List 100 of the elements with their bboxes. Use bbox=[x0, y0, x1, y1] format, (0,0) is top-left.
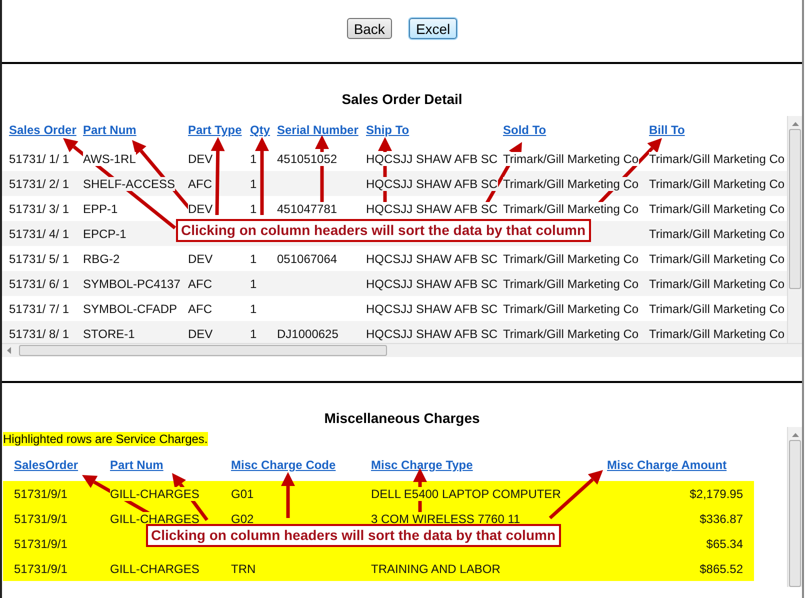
table-cell: HQCSJJ SHAW AFB SC bbox=[366, 252, 498, 266]
column-header-link[interactable]: SalesOrder bbox=[14, 458, 78, 472]
table-cell: GILL-CHARGES bbox=[110, 562, 200, 576]
table-cell: 451051052 bbox=[277, 152, 338, 166]
column-header-link[interactable]: Part Type bbox=[188, 123, 242, 137]
table-cell: 1 bbox=[250, 176, 257, 190]
column-header-link[interactable]: Serial Number bbox=[277, 123, 358, 137]
table-cell: 51731/9/1 bbox=[14, 562, 68, 576]
table-cell: GILL-CHARGES bbox=[110, 486, 200, 500]
table-cell: HQCSJJ SHAW AFB SC bbox=[366, 302, 498, 316]
table-cell: GILL-CHARGES bbox=[110, 512, 200, 526]
table-cell: 1 bbox=[250, 202, 257, 216]
table-cell: AFC bbox=[188, 276, 212, 290]
vertical-scrollbar[interactable] bbox=[787, 116, 802, 343]
table-cell: AFC bbox=[188, 176, 212, 190]
table-cell: 51731/ 2/ 1 bbox=[9, 176, 70, 190]
vertical-scrollbar[interactable] bbox=[787, 427, 802, 587]
scroll-up-icon[interactable] bbox=[792, 433, 798, 437]
table-cell: Trimark/Gill Marketing Co bbox=[649, 302, 785, 316]
table-cell: 451047781 bbox=[277, 202, 338, 216]
table-cell: Trimark/Gill Marketing Co bbox=[503, 302, 639, 316]
table-cell: Trimark/Gill Marketing Co bbox=[503, 276, 639, 290]
table-cell: HQCSJJ SHAW AFB SC bbox=[366, 326, 498, 340]
toolbar-button[interactable]: Excel bbox=[408, 18, 458, 39]
table-cell: 51731/ 6/ 1 bbox=[9, 276, 70, 290]
table-cell: RBG-2 bbox=[83, 252, 120, 266]
scrollbar-thumb[interactable] bbox=[789, 440, 801, 587]
table-cell: DEV bbox=[188, 252, 213, 266]
table-cell: DJ1000625 bbox=[277, 326, 338, 340]
table-cell: 1 bbox=[250, 326, 257, 340]
table-cell: 1 bbox=[250, 276, 257, 290]
table-cell: 051067064 bbox=[277, 252, 338, 266]
column-header-link[interactable]: Part Num bbox=[83, 123, 136, 137]
table-cell: STORE-1 bbox=[83, 326, 135, 340]
table-cell: Trimark/Gill Marketing Co bbox=[649, 326, 785, 340]
table-cell: HQCSJJ SHAW AFB SC bbox=[366, 276, 498, 290]
table-cell: 51731/ 7/ 1 bbox=[9, 302, 70, 316]
table-cell: Trimark/Gill Marketing Co bbox=[503, 252, 639, 266]
table-cell: Trimark/Gill Marketing Co bbox=[649, 276, 785, 290]
table-cell: 51731/9/1 bbox=[14, 536, 68, 550]
table-cell: HQCSJJ SHAW AFB SC bbox=[366, 202, 498, 216]
table-cell: AWS-1RL bbox=[83, 152, 136, 166]
scrollbar-thumb[interactable] bbox=[19, 345, 387, 356]
table-cell: $2,179.95 bbox=[690, 486, 743, 500]
scroll-left-icon[interactable] bbox=[7, 347, 11, 354]
table-cell: $65.34 bbox=[706, 536, 743, 550]
column-header-link[interactable]: Part Num bbox=[110, 458, 164, 472]
table-cell: 51731/ 3/ 1 bbox=[9, 202, 70, 216]
table-cell: Trimark/Gill Marketing Co bbox=[503, 326, 639, 340]
column-header-link[interactable]: Ship To bbox=[366, 123, 410, 137]
table-cell: $336.87 bbox=[700, 512, 743, 526]
callout-box: Clicking on column headers will sort the data by that column bbox=[176, 219, 591, 242]
table-cell: 51731/9/1 bbox=[14, 512, 68, 526]
table-cell: SHELF-ACCESS bbox=[83, 176, 176, 190]
table-cell: Trimark/Gill Marketing Co bbox=[649, 176, 785, 190]
table-cell: TRN bbox=[231, 562, 256, 576]
table-cell: HQCSJJ SHAW AFB SC bbox=[366, 152, 498, 166]
callout-box: Clicking on column headers will sort the data by that column bbox=[146, 524, 561, 547]
table-cell: Trimark/Gill Marketing Co bbox=[503, 176, 639, 190]
table-cell: $865.52 bbox=[700, 562, 743, 576]
table-cell: G01 bbox=[231, 486, 254, 500]
table-cell: DEV bbox=[188, 202, 213, 216]
table-cell: Trimark/Gill Marketing Co bbox=[503, 202, 639, 216]
scrollbar-thumb[interactable] bbox=[789, 129, 801, 289]
table-cell: EPCP-1 bbox=[83, 226, 126, 240]
table-cell: Trimark/Gill Marketing Co bbox=[649, 202, 785, 216]
table-cell: 51731/ 4/ 1 bbox=[9, 226, 70, 240]
table-cell: Trimark/Gill Marketing Co bbox=[649, 152, 785, 166]
table-cell: 51731/ 1/ 1 bbox=[9, 152, 70, 166]
table-cell: AFC bbox=[188, 302, 212, 316]
table-cell: EPP-1 bbox=[83, 202, 118, 216]
table-cell: 51731/9/1 bbox=[14, 486, 68, 500]
scroll-up-icon[interactable] bbox=[792, 122, 798, 126]
table-cell: 1 bbox=[250, 252, 257, 266]
table-cell: 51731/ 5/ 1 bbox=[9, 252, 70, 266]
section-title: Sales Order Detail bbox=[342, 91, 462, 109]
column-header-link[interactable]: Misc Charge Amount bbox=[607, 458, 727, 472]
table-cell: DEV bbox=[188, 326, 213, 340]
table-cell: SYMBOL-PC4137 bbox=[83, 276, 180, 290]
table-cell: HQCSJJ SHAW AFB SC bbox=[366, 176, 498, 190]
section-title: Miscellaneous Charges bbox=[324, 410, 480, 427]
table-cell: Trimark/Gill Marketing Co bbox=[503, 152, 639, 166]
column-header-link[interactable]: Qty bbox=[250, 123, 270, 137]
table-cell: Trimark/Gill Marketing Co bbox=[649, 226, 785, 240]
table-cell: SYMBOL-CFADP bbox=[83, 302, 178, 316]
table-cell: 3 COM WIRELESS 7760 11 bbox=[371, 512, 520, 526]
column-header-link[interactable]: Bill To bbox=[649, 123, 685, 137]
column-header-link[interactable]: Sales Order bbox=[9, 123, 76, 137]
column-header-link[interactable]: Misc Charge Type bbox=[371, 458, 473, 472]
table-cell: DEV bbox=[188, 152, 213, 166]
table-cell: TRAINING AND LABOR bbox=[371, 562, 500, 576]
table-cell: DELL E5400 LAPTOP COMPUTER bbox=[371, 486, 561, 500]
toolbar-button[interactable]: Back bbox=[346, 18, 392, 39]
highlight-note: Highlighted rows are Service Charges. bbox=[3, 432, 208, 446]
table-cell: 1 bbox=[250, 152, 257, 166]
column-header-link[interactable]: Misc Charge Code bbox=[231, 458, 336, 472]
table-cell: G02 bbox=[231, 512, 254, 526]
table-cell: 51731/ 8/ 1 bbox=[9, 326, 70, 340]
column-header-link[interactable]: Sold To bbox=[503, 123, 546, 137]
horizontal-scrollbar[interactable] bbox=[2, 343, 802, 357]
